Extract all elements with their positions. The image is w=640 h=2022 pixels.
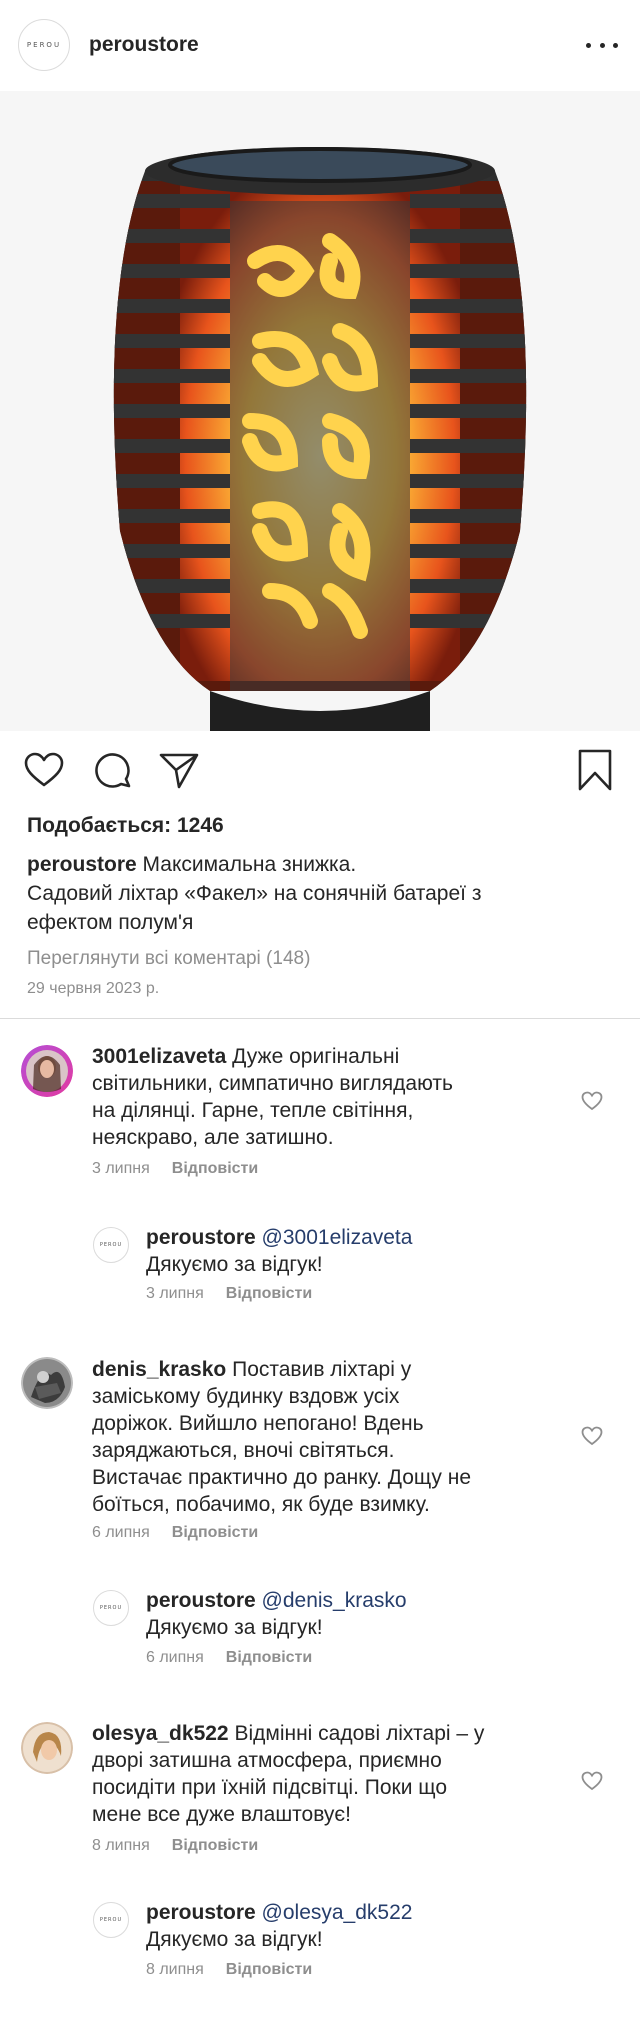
comment-line: неяскраво, але затишно. (92, 1126, 334, 1149)
comment-date: 8 липня (92, 1837, 150, 1854)
reply-mention-link[interactable]: @3001elizaveta (262, 1226, 413, 1249)
reply-avatar[interactable]: PEROU (93, 1590, 129, 1626)
caption-text-line2: Садовий ліхтар «Факел» на сонячній батар… (27, 882, 482, 905)
comment-like-heart-icon[interactable] (581, 1771, 603, 1793)
reply-username[interactable]: peroustore (146, 1901, 256, 1924)
comment-line: мене все дуже влаштовує! (92, 1803, 351, 1826)
caption-text-line3: ефектом полум'я (27, 911, 194, 934)
reply-line: Дякуємо за відгук! (146, 1928, 323, 1951)
likes-count[interactable]: Подобається: 1246 (27, 814, 224, 838)
reply-date: 3 липня (146, 1285, 204, 1302)
reply-text: peroustore @denis_krasko Дякуємо за відг… (146, 1587, 586, 1641)
solar-torch-lantern-photo (0, 91, 640, 731)
reply-avatar[interactable]: PEROU (93, 1227, 129, 1263)
reply-mention-link[interactable]: @olesya_dk522 (262, 1901, 413, 1924)
reply-meta: 6 липня Відповісти (146, 1649, 312, 1667)
header-username[interactable]: peroustore (89, 33, 199, 57)
avatar[interactable] (21, 1357, 73, 1409)
reply-button[interactable]: Відповісти (172, 1837, 258, 1854)
reply-date: 6 липня (146, 1649, 204, 1666)
comment-text: 3001elizaveta Дуже оригінальні світильни… (92, 1043, 582, 1151)
comment-date: 6 липня (92, 1524, 150, 1541)
reply-meta: 8 липня Відповісти (146, 1961, 312, 1979)
comment-date: 3 липня (92, 1160, 150, 1177)
reply-avatar[interactable]: PEROU (93, 1902, 129, 1938)
comment-text: olesya_dk522 Відмінні садові ліхтарі – у… (92, 1720, 592, 1828)
comment-like-heart-icon[interactable] (581, 1426, 603, 1448)
post-header: PEROU peroustore (0, 0, 640, 91)
post-actions (0, 748, 640, 796)
reply-mention-link[interactable]: @denis_krasko (262, 1589, 407, 1612)
view-all-comments-link[interactable]: Переглянути всі коментарі (148) (27, 948, 310, 970)
comment-line: Вистачає практично до ранку. Дощу не (92, 1466, 472, 1489)
reply-button[interactable]: Відповісти (172, 1524, 258, 1541)
reply-meta: 3 липня Відповісти (146, 1285, 312, 1303)
comment-line: дворі затишна атмосфера, приємно (92, 1749, 442, 1772)
comment-line: посидіти при їхній підсвітці. Поки що (92, 1776, 448, 1799)
like-heart-icon[interactable] (22, 748, 66, 792)
comment-meta: 8 липня Відповісти (92, 1837, 258, 1855)
post-caption: peroustore Максимальна знижка. Садовий л… (27, 850, 617, 937)
caption-text-line1: Максимальна знижка. (142, 853, 357, 876)
save-bookmark-icon[interactable] (573, 748, 617, 792)
comment-line: Дуже оригінальні (232, 1045, 400, 1068)
reply-text: peroustore @3001elizaveta Дякуємо за від… (146, 1224, 586, 1278)
post-date: 29 червня 2023 р. (27, 980, 160, 997)
comment-username[interactable]: 3001elizaveta (92, 1045, 226, 1068)
store-avatar[interactable]: PEROU (18, 19, 70, 71)
comment-meta: 6 липня Відповісти (92, 1524, 258, 1542)
comment-meta: 3 липня Відповісти (92, 1160, 258, 1178)
comment-bubble-icon[interactable] (91, 748, 135, 792)
comment-line: доріжок. Вийшло непогано! Вдень (92, 1412, 424, 1435)
reply-date: 8 липня (146, 1961, 204, 1978)
reply-text: peroustore @olesya_dk522 Дякуємо за відг… (146, 1899, 586, 1953)
caption-username[interactable]: peroustore (27, 853, 137, 876)
reply-button[interactable]: Відповісти (172, 1160, 258, 1177)
reply-line: Дякуємо за відгук! (146, 1616, 323, 1639)
comment-line: заміському будинку вздовж усіх (92, 1385, 400, 1408)
comment-line: Поставив ліхтарі у (232, 1358, 412, 1381)
reply-username[interactable]: peroustore (146, 1589, 256, 1612)
post-photo[interactable] (0, 91, 640, 731)
comment-text: denis_krasko Поставив ліхтарі у замісько… (92, 1356, 592, 1518)
reply-line: Дякуємо за відгук! (146, 1253, 323, 1276)
reply-button[interactable]: Відповісти (226, 1961, 312, 1978)
comment-line: на ділянці. Гарне, тепле світіння, (92, 1099, 414, 1122)
divider (0, 1018, 640, 1019)
comment-like-heart-icon[interactable] (581, 1091, 603, 1113)
reply-button[interactable]: Відповісти (226, 1285, 312, 1302)
avatar[interactable] (21, 1722, 73, 1774)
share-paper-plane-icon[interactable] (157, 748, 201, 792)
comment-username[interactable]: denis_krasko (92, 1358, 226, 1381)
reply-username[interactable]: peroustore (146, 1226, 256, 1249)
avatar[interactable] (21, 1045, 73, 1097)
comment-line: світильники, симпатично виглядають (92, 1072, 453, 1095)
more-options-icon[interactable] (586, 30, 618, 60)
reply-button[interactable]: Відповісти (226, 1649, 312, 1666)
comment-line: боїться, побачимо, як буде взимку. (92, 1493, 430, 1516)
comment-username[interactable]: olesya_dk522 (92, 1722, 229, 1745)
comment-line: Відмінні садові ліхтарі – у (234, 1722, 485, 1745)
comment-line: заряджаються, вночі світяться. (92, 1439, 395, 1462)
